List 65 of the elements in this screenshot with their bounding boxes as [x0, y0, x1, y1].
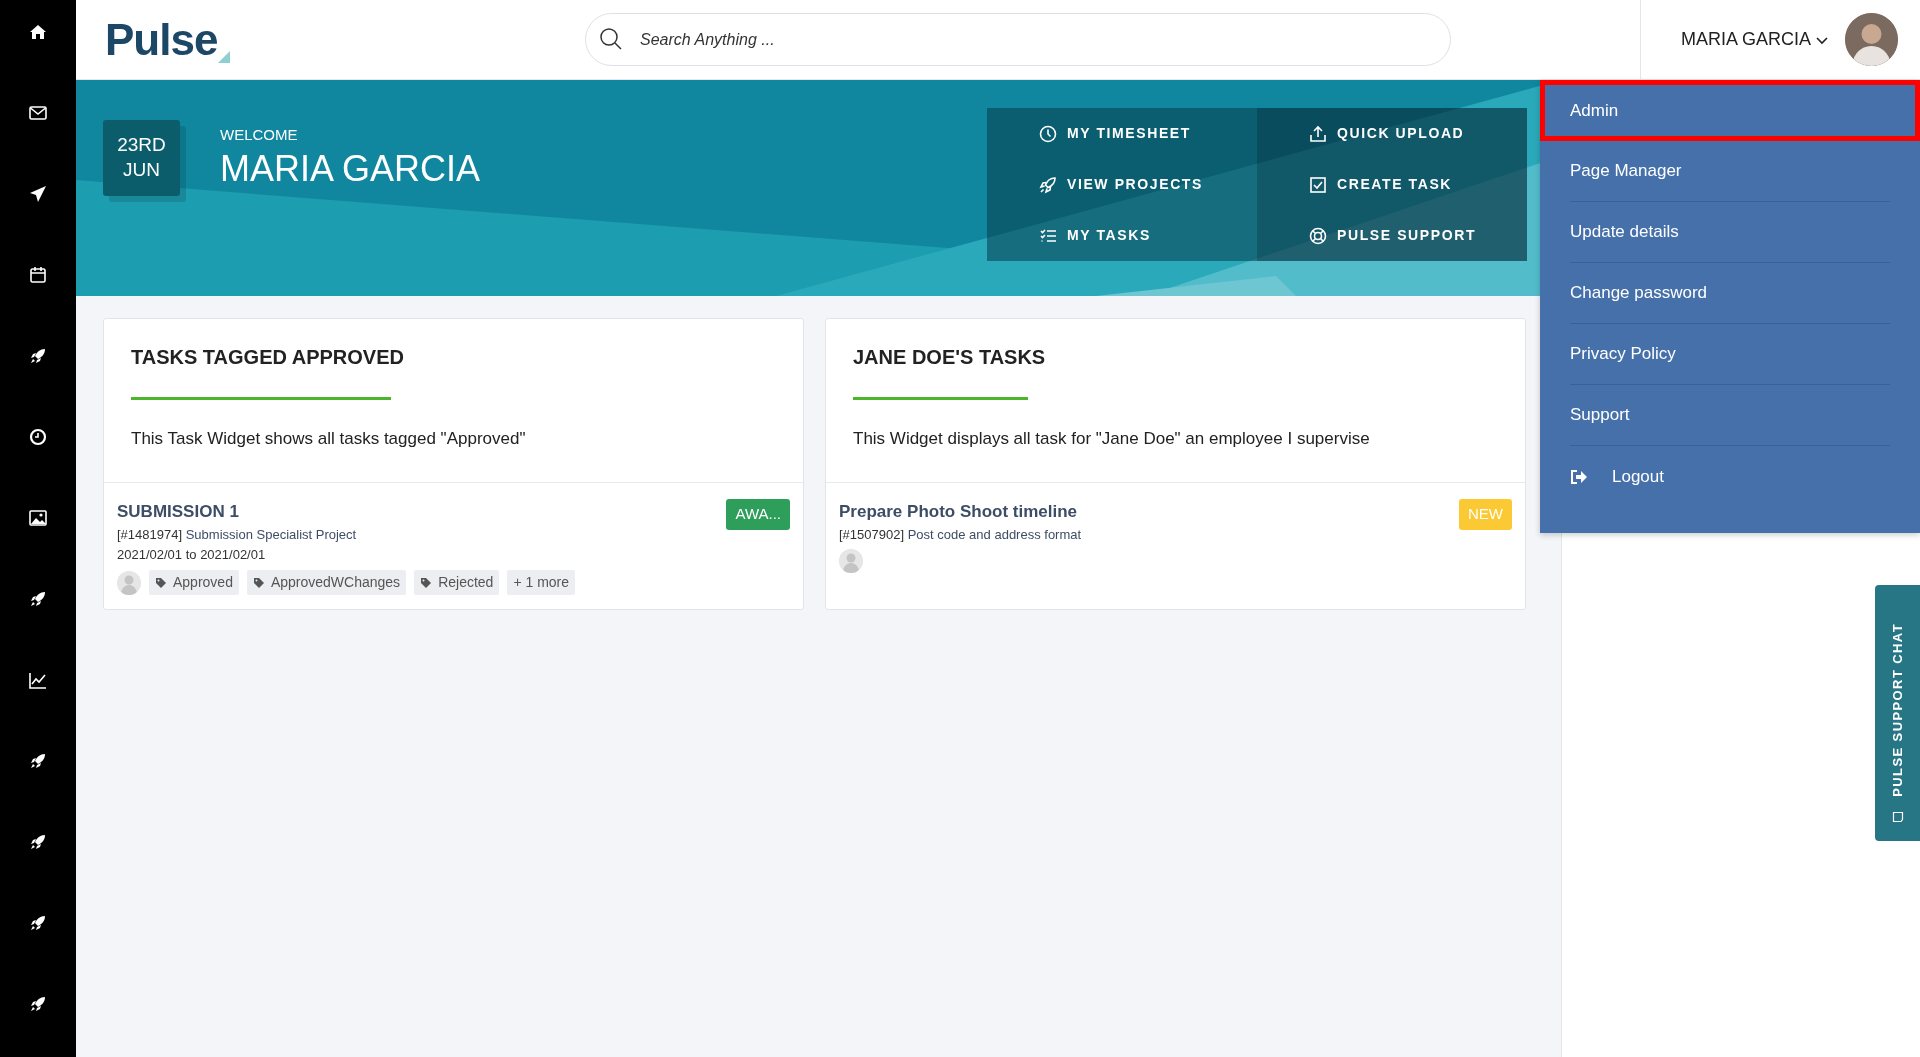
avatar[interactable]	[1845, 13, 1898, 66]
task-title[interactable]: SUBMISSION 1	[117, 499, 239, 525]
logout-icon	[1570, 468, 1588, 485]
checklist-icon	[1039, 226, 1057, 245]
rocket-icon[interactable]	[28, 346, 48, 366]
search-field[interactable]: Search Anything ...	[585, 13, 1451, 66]
calendar-icon[interactable]	[28, 265, 48, 285]
task-reference: [#1507902] Post code and address format	[839, 525, 1082, 544]
user-name: MARIA GARCIA	[220, 146, 481, 190]
menu-item[interactable]: Update details	[1570, 202, 1890, 263]
lifebuoy-icon	[1309, 226, 1327, 245]
date-month: JUN	[123, 158, 160, 182]
upload-icon	[1309, 124, 1327, 143]
send-icon[interactable]	[28, 184, 48, 204]
menu-item[interactable]: Change password	[1570, 263, 1890, 324]
tag[interactable]: Rejected	[414, 570, 500, 596]
rocket-icon[interactable]	[28, 589, 48, 609]
date-day: 23RD	[117, 133, 166, 158]
menu-item[interactable]: Support	[1570, 385, 1890, 446]
checkbox-icon	[1309, 175, 1327, 194]
status-badge: NEW	[1459, 499, 1512, 530]
search-icon	[599, 27, 623, 51]
tag-icon	[420, 576, 433, 589]
user-menu-toggle[interactable]: MARIA GARCIA	[1680, 26, 1829, 53]
mail-icon[interactable]	[28, 103, 48, 123]
project-link[interactable]: Post code and address format	[907, 526, 1082, 542]
rocket-icon[interactable]	[28, 913, 48, 933]
rocket-icon[interactable]	[28, 994, 48, 1014]
rocket-icon	[1039, 175, 1057, 194]
tag-icon	[155, 576, 167, 589]
logo: Pulse	[105, 13, 218, 66]
task-title[interactable]: Prepare Photo Shoot timeline	[839, 499, 1078, 525]
widget-description: This Task Widget shows all tasks tagged "Approved"	[131, 428, 527, 450]
welcome-label: WELCOME	[220, 125, 299, 145]
chart-icon[interactable]	[28, 670, 48, 690]
image-icon[interactable]	[28, 508, 48, 528]
project-link[interactable]: Submission Specialist Project	[185, 526, 357, 542]
status-badge: AWA...	[726, 499, 790, 530]
tag[interactable]: Approved	[149, 570, 239, 596]
widget-title: JANE DOE'S TASKS	[853, 345, 1047, 369]
tag[interactable]: ApprovedWChanges	[246, 570, 407, 596]
quick-link[interactable]: VIEW PROJECTS	[987, 159, 1257, 210]
support-chat-tab[interactable]: PULSE SUPPORT CHAT	[1875, 585, 1920, 841]
home-icon[interactable]	[28, 22, 48, 42]
widget-description: This Widget displays all task for "Jane Doe" an employee I supervise	[853, 428, 1371, 450]
menu-item[interactable]: Privacy Policy	[1570, 324, 1890, 385]
logo-mark-icon	[218, 50, 231, 63]
rocket-icon[interactable]	[28, 751, 48, 771]
quick-link[interactable]: PULSE SUPPORT	[1257, 210, 1527, 261]
menu-item[interactable]: Page Manager	[1570, 141, 1890, 202]
widget-title: TASKS TAGGED APPROVED	[131, 345, 405, 369]
rocket-icon[interactable]	[28, 832, 48, 852]
quick-link[interactable]: MY TIMESHEET	[987, 108, 1257, 159]
quick-link[interactable]: CREATE TASK	[1257, 159, 1527, 210]
task-reference: [#1481974] Submission Specialist Project	[117, 525, 358, 544]
task-dates: 2021/02/01 to 2021/02/01	[117, 546, 267, 565]
clock-icon[interactable]	[28, 427, 48, 447]
quick-link[interactable]: QUICK UPLOAD	[1257, 108, 1527, 159]
clock-icon	[1039, 124, 1057, 143]
menu-item[interactable]: Logout	[1570, 446, 1890, 507]
more-tags[interactable]: + 1 more	[507, 570, 576, 596]
chat-icon	[1891, 811, 1904, 823]
menu-item[interactable]: Admin	[1540, 80, 1920, 141]
quick-link[interactable]: MY TASKS	[987, 210, 1257, 261]
tag-icon	[252, 576, 265, 589]
